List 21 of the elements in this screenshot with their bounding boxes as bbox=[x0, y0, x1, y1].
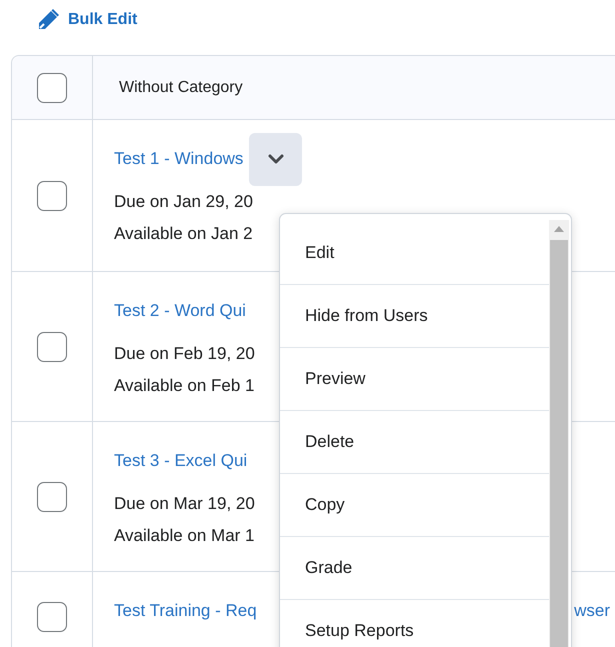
checkbox[interactable] bbox=[37, 72, 67, 102]
actions-dropdown-button[interactable] bbox=[249, 132, 302, 186]
quiz-title-link[interactable]: Test Training - Req bbox=[114, 601, 257, 621]
quiz-title-link[interactable]: wser bbox=[574, 601, 610, 621]
checkbox[interactable] bbox=[37, 482, 67, 512]
bulk-edit-button[interactable]: Bulk Edit bbox=[0, 0, 138, 28]
quiz-title-link[interactable]: Test 1 - Windows bbox=[114, 149, 244, 169]
checkbox[interactable] bbox=[37, 332, 67, 362]
due-date: Due on Jan 29, 20 bbox=[114, 191, 253, 213]
availability-date: Available on Mar 1 bbox=[114, 525, 254, 547]
due-date: Due on Mar 19, 20 bbox=[114, 493, 255, 515]
due-date: Due on Feb 19, 20 bbox=[114, 343, 255, 365]
pencil-icon bbox=[36, 8, 60, 32]
availability-date: Available on Jan 2 bbox=[114, 223, 253, 245]
checkbox[interactable] bbox=[37, 602, 67, 632]
quiz-title-link[interactable]: Test 2 - Word Qui bbox=[114, 301, 246, 321]
quiz-title-link[interactable]: Test 3 - Excel Qui bbox=[114, 451, 248, 471]
checkbox[interactable] bbox=[37, 180, 67, 210]
chevron-down-icon bbox=[268, 154, 284, 164]
availability-date: Available on Feb 1 bbox=[114, 375, 255, 397]
category-heading: Without Category bbox=[119, 78, 244, 96]
